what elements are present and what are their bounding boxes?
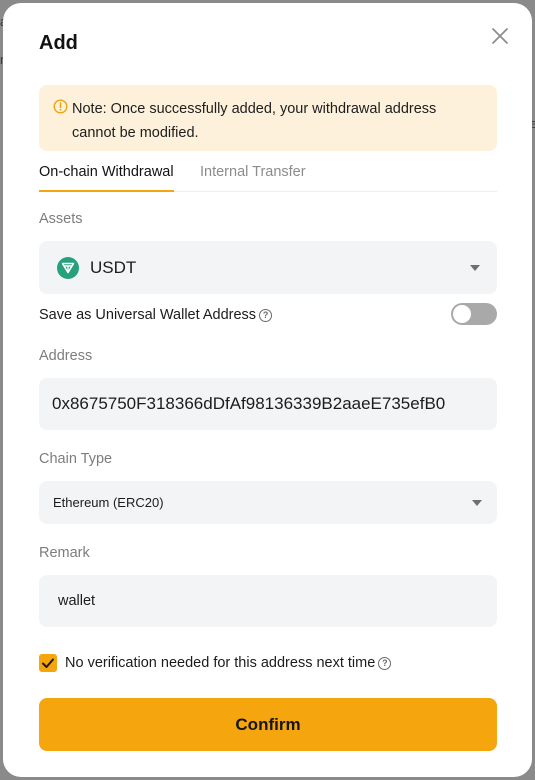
chain-type-label: Chain Type bbox=[39, 451, 113, 467]
remark-label: Remark bbox=[39, 545, 90, 561]
note-banner: Note: Once successfully added, your with… bbox=[39, 85, 497, 151]
chevron-down-icon bbox=[472, 500, 482, 506]
assets-value: USDT bbox=[90, 258, 137, 277]
verification-checkbox[interactable] bbox=[39, 654, 57, 672]
universal-wallet-toggle[interactable] bbox=[451, 303, 497, 325]
remark-value: wallet bbox=[58, 593, 96, 609]
checkmark-icon bbox=[42, 658, 54, 668]
warning-circle-icon bbox=[53, 99, 68, 114]
close-icon bbox=[492, 28, 508, 44]
chain-type-select[interactable]: Ethereum (ERC20) bbox=[39, 481, 497, 524]
add-address-modal: Add Note: Once successfully added, your … bbox=[3, 3, 532, 777]
tab-internal-transfer[interactable]: Internal Transfer bbox=[200, 164, 306, 191]
verification-row: No verification needed for this address … bbox=[65, 655, 392, 671]
modal-title: Add bbox=[39, 32, 78, 54]
chevron-down-icon bbox=[470, 265, 480, 271]
close-button[interactable] bbox=[489, 25, 511, 47]
remark-input[interactable]: wallet bbox=[39, 575, 497, 627]
usdt-token-icon bbox=[57, 257, 79, 279]
universal-wallet-row: Save as Universal Wallet Address? bbox=[39, 307, 273, 323]
chain-type-value: Ethereum (ERC20) bbox=[53, 495, 164, 510]
confirm-button[interactable]: Confirm bbox=[39, 698, 497, 751]
assets-select[interactable]: USDT bbox=[39, 241, 497, 294]
address-value: 0x8675750F318366dDfAf98136339B2aaeE735ef… bbox=[52, 394, 446, 413]
help-icon[interactable]: ? bbox=[378, 657, 392, 670]
universal-wallet-label: Save as Universal Wallet Address bbox=[39, 307, 257, 323]
address-label: Address bbox=[39, 348, 93, 364]
toggle-knob bbox=[453, 305, 471, 323]
verification-label: No verification needed for this address … bbox=[65, 655, 376, 671]
help-icon[interactable]: ? bbox=[259, 309, 273, 322]
tab-on-chain-withdrawal[interactable]: On-chain Withdrawal bbox=[39, 164, 174, 192]
assets-label: Assets bbox=[39, 211, 83, 227]
withdrawal-tabs: On-chain Withdrawal Internal Transfer bbox=[39, 164, 497, 192]
address-input[interactable]: 0x8675750F318366dDfAf98136339B2aaeE735ef… bbox=[39, 378, 497, 430]
note-text: Note: Once successfully added, your with… bbox=[72, 101, 437, 141]
